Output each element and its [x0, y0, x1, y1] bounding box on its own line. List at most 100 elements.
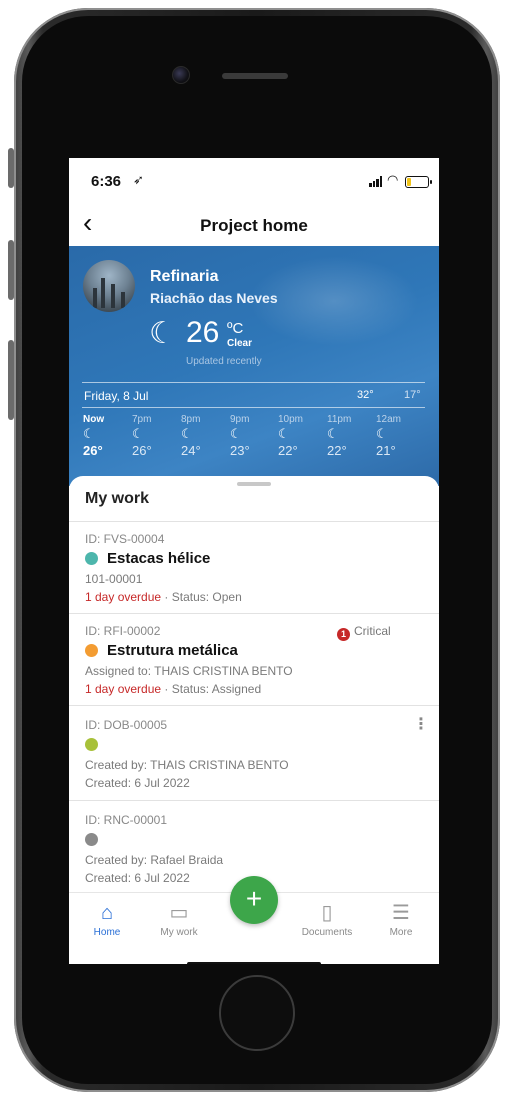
priority-badge: 1 Critical	[337, 624, 391, 641]
add-button[interactable]: +	[230, 876, 278, 924]
current-temperature: 26	[186, 316, 220, 349]
overdue-label: 1 day overdue	[85, 590, 162, 604]
item-id: ID: RFI-00002	[85, 624, 161, 638]
tab-label: Home	[93, 927, 121, 938]
item-created-by: Created by: Rafael Braida	[85, 853, 224, 867]
earpiece-speaker	[222, 73, 288, 79]
critical-icon: 1	[337, 628, 350, 641]
inbox-icon: ▭	[169, 902, 189, 924]
item-created-by: Created by: THAIS CRISTINA BENTO	[85, 758, 289, 772]
hour-item: 8pm ☾ 24°	[181, 414, 221, 458]
priority-label: Critical	[354, 624, 391, 638]
home-icon: ⌂	[100, 902, 114, 924]
hour-temperature: 26°	[132, 443, 152, 458]
item-code: 101-00001	[85, 572, 143, 586]
moon-icon: ☾	[132, 426, 144, 441]
tab-home[interactable]: ⌂ Home	[75, 901, 139, 938]
hour-temperature: 22°	[327, 443, 347, 458]
item-title: Estacas hélice	[107, 550, 211, 567]
item-id: ID: RNC-00001	[85, 813, 168, 827]
moon-icon: ☾	[181, 426, 193, 441]
hour-label: 8pm	[181, 414, 201, 425]
volume-down-button	[8, 340, 14, 420]
project-name: Refinaria	[150, 268, 219, 285]
day-label: Friday, 8 Jul	[84, 389, 149, 403]
hour-temperature: 26°	[83, 443, 103, 458]
item-status-line: 1 day overdue · Status: Assigned	[85, 682, 261, 696]
volume-up-button	[8, 240, 14, 300]
hour-temperature: 24°	[181, 443, 201, 458]
sheet-drag-handle[interactable]	[237, 482, 271, 486]
tab-label: My work	[160, 927, 198, 938]
hour-temperature: 21°	[376, 443, 396, 458]
hour-item: Now ☾ 26°	[83, 414, 123, 458]
navigation-bar: ‹ Project home	[69, 202, 439, 246]
diary-type-icon	[85, 738, 98, 751]
hour-item: 7pm ☾ 26°	[132, 414, 172, 458]
menu-icon: ☰	[392, 902, 410, 924]
item-created-date: Created: 6 Jul 2022	[85, 776, 190, 790]
hour-item: 12am ☾ 21°	[376, 414, 416, 458]
form-type-icon	[85, 552, 98, 565]
weather-updated: Updated recently	[186, 356, 262, 367]
home-button[interactable]	[219, 975, 295, 1051]
item-id: ID: DOB-00005	[85, 718, 168, 732]
tab-more[interactable]: ☰ More	[369, 901, 433, 938]
mute-switch	[8, 148, 14, 188]
hour-label: Now	[83, 414, 105, 425]
day-summary: Friday, 8 Jul 32° 17°	[82, 382, 425, 408]
hour-temperature: 23°	[230, 443, 250, 458]
item-assignee: Assigned to: THAIS CRISTINA BENTO	[85, 664, 293, 678]
my-work-title: My work	[85, 490, 150, 507]
report-type-icon	[85, 833, 98, 846]
item-id: ID: FVS-00004	[85, 532, 165, 546]
hourly-forecast: Now ☾ 26° 7pm ☾ 26° 8pm ☾ 24° 9pm ☾ 23° …	[69, 414, 439, 474]
moon-icon: ☾	[83, 426, 95, 441]
hour-item: 10pm ☾ 22°	[278, 414, 318, 458]
moon-icon: ☾	[149, 317, 176, 350]
tab-documents[interactable]: ▯ Documents	[295, 901, 359, 938]
work-item-fvs-00004[interactable]: ID: FVS-00004 Estacas hélice 101-00001 1…	[69, 522, 439, 614]
battery-icon	[405, 176, 432, 188]
status-time: 6:36	[91, 173, 122, 190]
work-item-dob-00005[interactable]: ID: DOB-00005 ⋮ Created by: THAIS CRISTI…	[69, 706, 439, 801]
more-options-icon[interactable]: ⋮	[413, 717, 429, 733]
weather-header: Refinaria Riachão das Neves ☾ 26 ºC Clea…	[69, 246, 439, 486]
hour-label: 12am	[376, 414, 402, 425]
item-title: Estrutura metálica	[107, 642, 238, 659]
signal-icon	[369, 176, 383, 187]
weather-condition: Clear	[227, 338, 253, 349]
project-location: Riachão das Neves	[150, 290, 278, 306]
status-label: · Status: Assigned	[161, 682, 262, 696]
item-status-line: 1 day overdue · Status: Open	[85, 590, 242, 604]
day-high: 32°	[357, 389, 374, 401]
hour-label: 11pm	[327, 414, 352, 425]
moon-icon: ☾	[376, 426, 388, 441]
status-label: · Status: Open	[161, 590, 242, 604]
wifi-icon: ◠	[387, 172, 399, 187]
project-photo[interactable]	[83, 260, 135, 312]
tab-my-work[interactable]: ▭ My work	[147, 901, 211, 938]
hour-temperature: 22°	[278, 443, 298, 458]
hour-label: 7pm	[132, 414, 152, 425]
moon-icon: ☾	[230, 426, 242, 441]
day-low: 17°	[404, 389, 421, 401]
hour-label: 10pm	[278, 414, 304, 425]
temperature-unit: ºC	[227, 320, 244, 337]
location-arrow-icon: ➶	[133, 172, 144, 187]
hour-label: 9pm	[230, 414, 250, 425]
info-icon	[85, 644, 98, 657]
work-item-rfi-00002[interactable]: ID: RFI-00002 1 Critical Estrutura metáli…	[69, 614, 439, 706]
overdue-label: 1 day overdue	[85, 682, 162, 696]
status-bar: 6:36 ➶ ◠	[69, 158, 439, 202]
home-indicator	[187, 962, 321, 964]
moon-icon: ☾	[327, 426, 339, 441]
tab-label: More	[389, 927, 413, 938]
tab-label: Documents	[301, 927, 353, 938]
hour-item: 9pm ☾ 23°	[230, 414, 270, 458]
document-icon: ▯	[321, 902, 333, 924]
app-screen: 6:36 ➶ ◠ ‹ Project home Refinaria Riachã…	[69, 158, 439, 964]
moon-icon: ☾	[278, 426, 290, 441]
page-title: Project home	[200, 216, 308, 235]
hour-item: 11pm ☾ 22°	[327, 414, 367, 458]
